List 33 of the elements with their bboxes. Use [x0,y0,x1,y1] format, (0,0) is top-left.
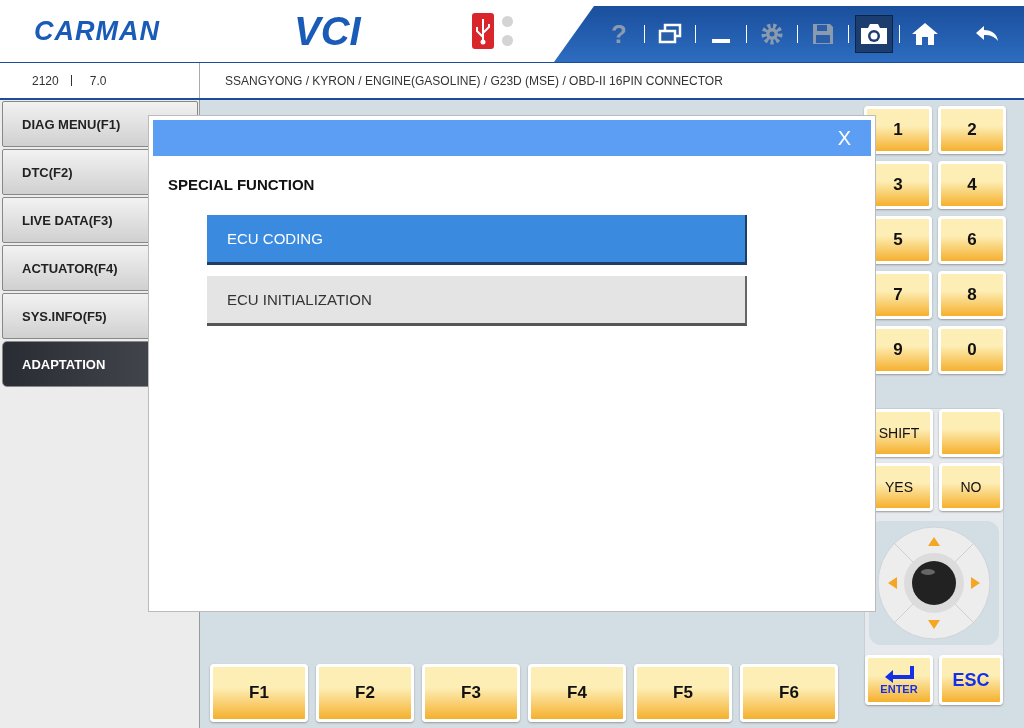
home-icon [911,21,939,47]
function-key[interactable]: F3 [422,664,520,722]
status-lights [502,16,513,46]
enter-icon [884,665,914,683]
product-logo: VCI [294,8,363,54]
window-icon [658,23,682,45]
back-icon [974,24,1000,44]
function-key[interactable]: F4 [528,664,626,722]
version-text: 7.0 [89,73,107,88]
function-key[interactable]: F1 [210,664,308,722]
minimize-icon [712,39,730,43]
keypad-key[interactable]: NO [939,463,1003,511]
esc-key[interactable]: ESC [939,655,1003,705]
option-item[interactable]: ECU INITIALIZATION [207,276,747,326]
function-key[interactable]: F2 [316,664,414,722]
digit-key[interactable]: 0 [938,326,1006,374]
direction-pad[interactable] [876,525,992,641]
code-text: 2120 [32,73,59,88]
function-key[interactable]: F6 [740,664,838,722]
save-icon [811,22,835,46]
brand-logo: CARMAN [34,15,161,47]
camera-button[interactable] [855,15,893,53]
function-key[interactable]: F5 [634,664,732,722]
option-item[interactable]: ECU CODING [207,215,747,265]
enter-key[interactable]: ENTER [865,655,933,705]
vehicle-path: SSANGYONG / KYRON / ENGINE(GASOLINE) / G23D (MSE) / OBD-II 16PIN CONNECTOR [224,72,723,90]
digit-key[interactable]: 6 [938,216,1006,264]
digit-key[interactable]: 4 [938,161,1006,209]
gear-icon [760,22,784,46]
digit-key[interactable]: 8 [938,271,1006,319]
camera-icon [859,22,889,46]
digit-key[interactable]: 2 [938,106,1006,154]
usb-icon [472,13,494,49]
